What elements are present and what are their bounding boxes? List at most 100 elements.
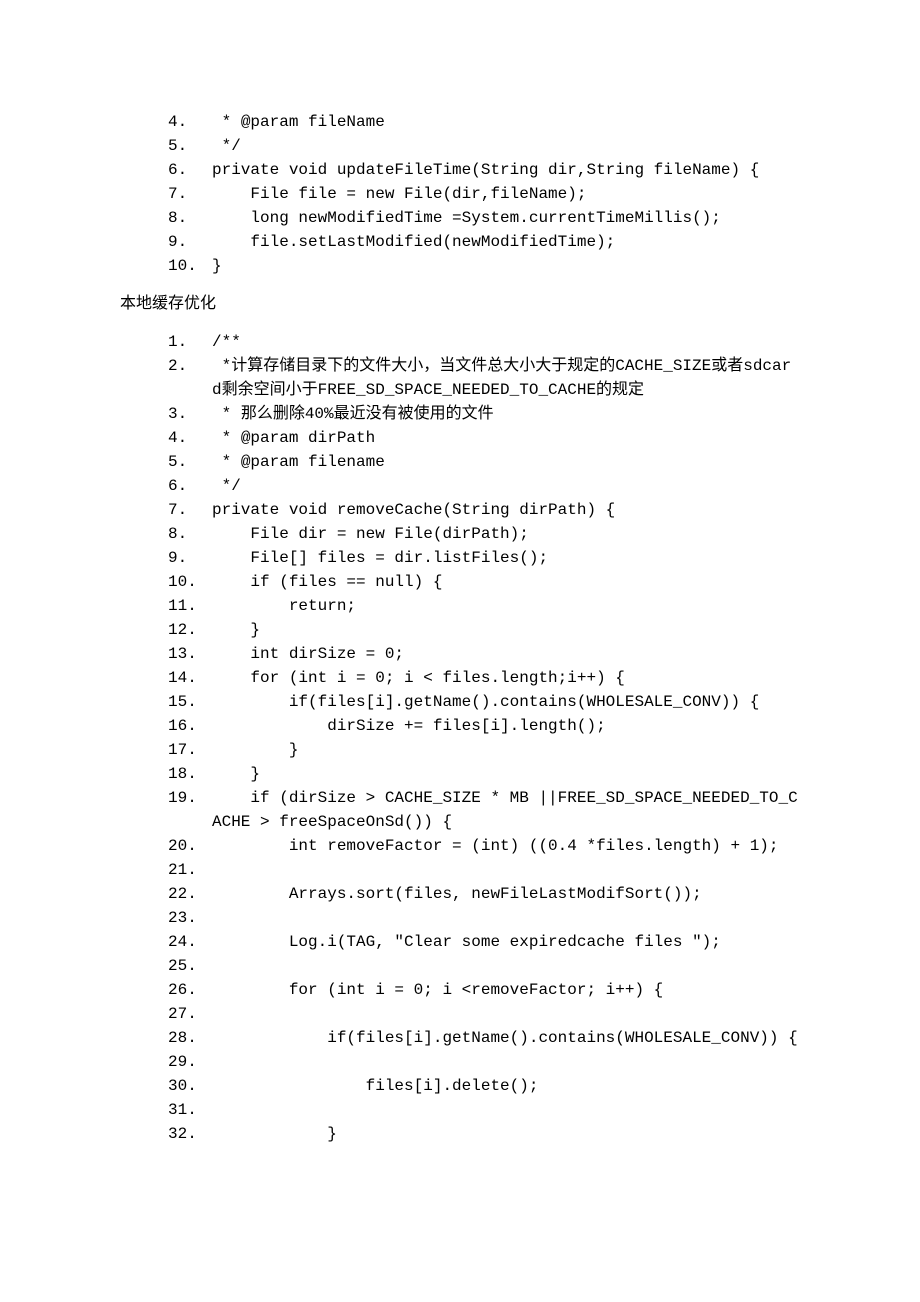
line-content: int dirSize = 0; — [212, 642, 800, 666]
line-content: * @param filename — [212, 450, 800, 474]
line-content: long newModifiedTime =System.currentTime… — [212, 206, 800, 230]
line-content: return; — [212, 594, 800, 618]
line-number: 14. — [168, 666, 212, 690]
code-line: 2. *计算存储目录下的文件大小，当文件总大小大于规定的CACHE_SIZE或者… — [168, 354, 800, 402]
line-number: 27. — [168, 1002, 212, 1026]
line-content — [212, 906, 800, 930]
line-content: private void removeCache(String dirPath)… — [212, 498, 800, 522]
line-number: 7. — [168, 182, 212, 206]
code-line: 13. int dirSize = 0; — [168, 642, 800, 666]
line-content: *计算存储目录下的文件大小，当文件总大小大于规定的CACHE_SIZE或者sdc… — [212, 354, 800, 402]
line-content — [212, 1098, 800, 1122]
line-content: File dir = new File(dirPath); — [212, 522, 800, 546]
line-content: */ — [212, 474, 800, 498]
line-number: 5. — [168, 134, 212, 158]
code-block-2: 1./** 2. *计算存储目录下的文件大小，当文件总大小大于规定的CACHE_… — [168, 330, 800, 1146]
code-line: 10. if (files == null) { — [168, 570, 800, 594]
line-number: 32. — [168, 1122, 212, 1146]
line-content: } — [212, 254, 800, 278]
line-content: * 那么删除40%最近没有被使用的文件 — [212, 402, 800, 426]
code-line: 32. } — [168, 1122, 800, 1146]
code-line: 16. dirSize += files[i].length(); — [168, 714, 800, 738]
code-line: 19. if (dirSize > CACHE_SIZE * MB ||FREE… — [168, 786, 800, 834]
code-line: 15. if(files[i].getName().contains(WHOLE… — [168, 690, 800, 714]
code-line: 26. for (int i = 0; i <removeFactor; i++… — [168, 978, 800, 1002]
code-line: 4. * @param dirPath — [168, 426, 800, 450]
line-content: } — [212, 618, 800, 642]
line-number: 10. — [168, 254, 212, 278]
line-content: /** — [212, 330, 800, 354]
line-number: 17. — [168, 738, 212, 762]
line-number: 8. — [168, 206, 212, 230]
code-line: 1./** — [168, 330, 800, 354]
line-number: 8. — [168, 522, 212, 546]
code-line: 7. File file = new File(dir,fileName); — [168, 182, 800, 206]
code-line: 22. Arrays.sort(files, newFileLastModifS… — [168, 882, 800, 906]
line-content: dirSize += files[i].length(); — [212, 714, 800, 738]
line-content: int removeFactor = (int) ((0.4 *files.le… — [212, 834, 800, 858]
line-number: 4. — [168, 110, 212, 134]
line-number: 31. — [168, 1098, 212, 1122]
line-number: 29. — [168, 1050, 212, 1074]
code-line: 3. * 那么删除40%最近没有被使用的文件 — [168, 402, 800, 426]
line-number: 11. — [168, 594, 212, 618]
line-content: private void updateFileTime(String dir,S… — [212, 158, 800, 182]
code-line: 4. * @param fileName — [168, 110, 800, 134]
line-content: * @param dirPath — [212, 426, 800, 450]
line-number: 20. — [168, 834, 212, 858]
code-line: 29. — [168, 1050, 800, 1074]
code-line: 8. File dir = new File(dirPath); — [168, 522, 800, 546]
line-number: 2. — [168, 354, 212, 402]
code-line: 21. — [168, 858, 800, 882]
line-number: 23. — [168, 906, 212, 930]
code-line: 9. file.setLastModified(newModifiedTime)… — [168, 230, 800, 254]
code-line: 14. for (int i = 0; i < files.length;i++… — [168, 666, 800, 690]
line-content — [212, 954, 800, 978]
document-page: 4. * @param fileName 5. */ 6.private voi… — [0, 0, 920, 1206]
line-content: if (dirSize > CACHE_SIZE * MB ||FREE_SD_… — [212, 786, 800, 834]
code-line: 11. return; — [168, 594, 800, 618]
section-heading: 本地缓存优化 — [120, 292, 800, 316]
code-line: 23. — [168, 906, 800, 930]
code-line: 5. * @param filename — [168, 450, 800, 474]
line-number: 13. — [168, 642, 212, 666]
code-line: 10.} — [168, 254, 800, 278]
line-content: if(files[i].getName().contains(WHOLESALE… — [212, 690, 800, 714]
line-number: 4. — [168, 426, 212, 450]
line-content: files[i].delete(); — [212, 1074, 800, 1098]
line-number: 12. — [168, 618, 212, 642]
line-number: 5. — [168, 450, 212, 474]
line-content: */ — [212, 134, 800, 158]
line-number: 25. — [168, 954, 212, 978]
code-line: 31. — [168, 1098, 800, 1122]
line-number: 9. — [168, 546, 212, 570]
line-number: 7. — [168, 498, 212, 522]
line-content — [212, 1050, 800, 1074]
line-number: 16. — [168, 714, 212, 738]
line-number: 18. — [168, 762, 212, 786]
line-content: file.setLastModified(newModifiedTime); — [212, 230, 800, 254]
line-content: * @param fileName — [212, 110, 800, 134]
line-number: 1. — [168, 330, 212, 354]
line-number: 21. — [168, 858, 212, 882]
line-content: File[] files = dir.listFiles(); — [212, 546, 800, 570]
line-content: Log.i(TAG, "Clear some expiredcache file… — [212, 930, 800, 954]
code-line: 24. Log.i(TAG, "Clear some expiredcache … — [168, 930, 800, 954]
code-line: 5. */ — [168, 134, 800, 158]
line-number: 28. — [168, 1026, 212, 1050]
line-number: 26. — [168, 978, 212, 1002]
line-number: 22. — [168, 882, 212, 906]
code-line: 20. int removeFactor = (int) ((0.4 *file… — [168, 834, 800, 858]
line-content: Arrays.sort(files, newFileLastModifSort(… — [212, 882, 800, 906]
code-line: 27. — [168, 1002, 800, 1026]
code-line: 28. if(files[i].getName().contains(WHOLE… — [168, 1026, 800, 1050]
line-content: } — [212, 1122, 800, 1146]
line-number: 30. — [168, 1074, 212, 1098]
line-number: 10. — [168, 570, 212, 594]
code-line: 6.private void updateFileTime(String dir… — [168, 158, 800, 182]
code-line: 18. } — [168, 762, 800, 786]
code-line: 12. } — [168, 618, 800, 642]
code-line: 6. */ — [168, 474, 800, 498]
line-number: 19. — [168, 786, 212, 834]
code-line: 17. } — [168, 738, 800, 762]
